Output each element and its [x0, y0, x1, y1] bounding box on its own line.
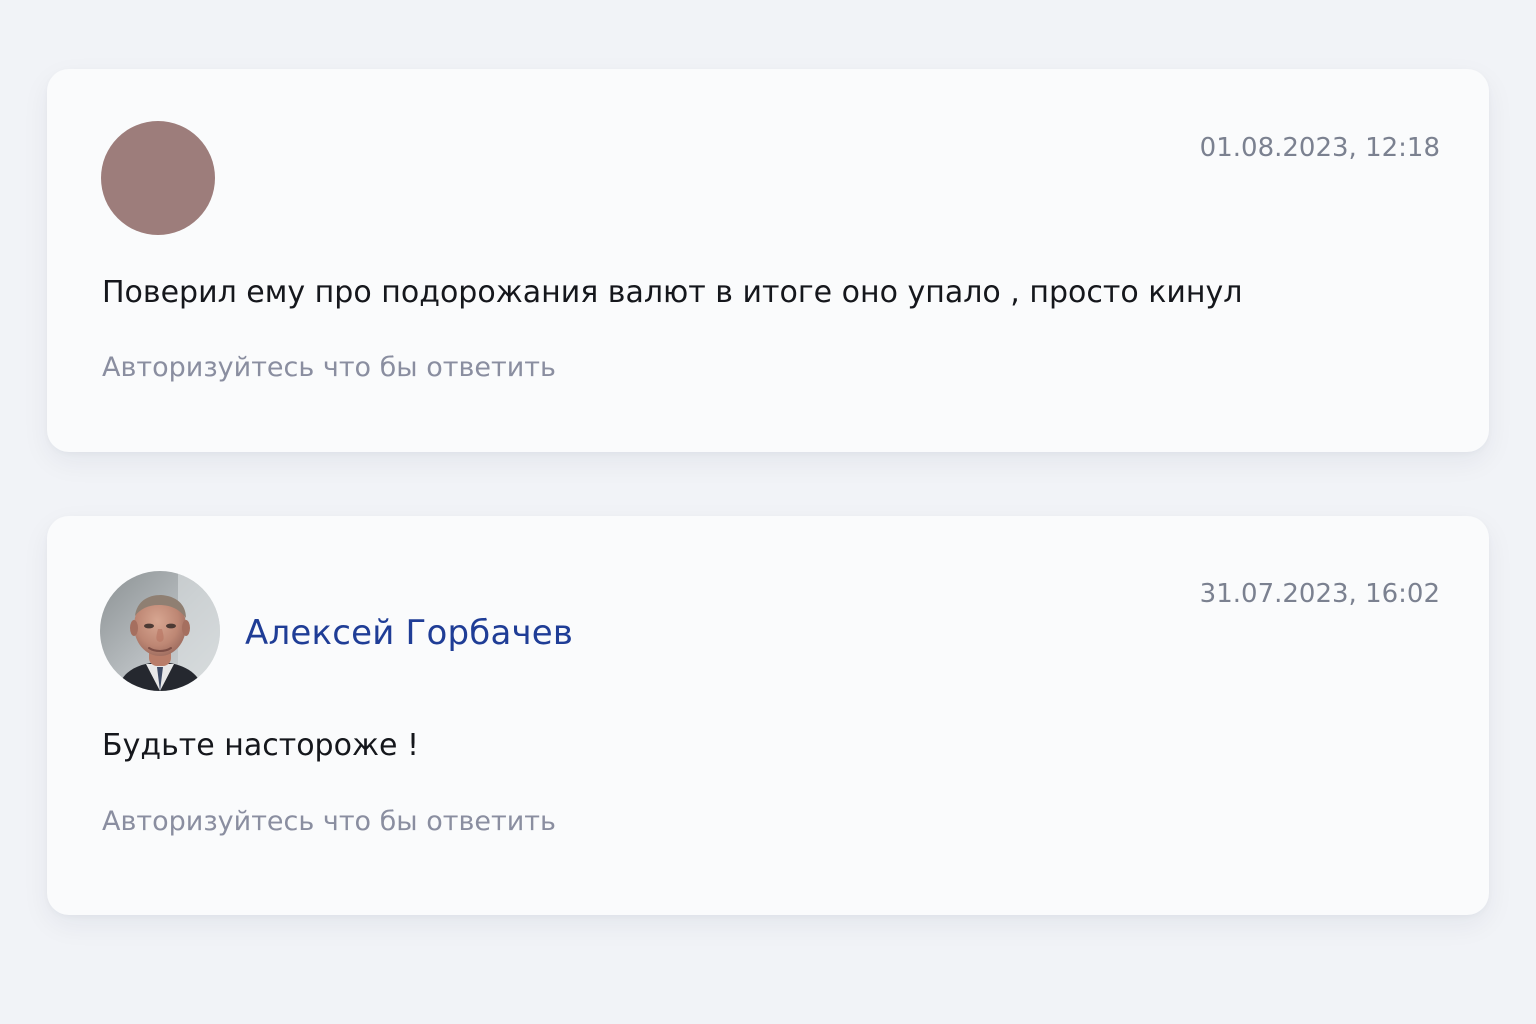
avatar[interactable]	[100, 571, 220, 691]
comments-list: 01.08.2023, 12:18 Поверил ему про подоро…	[47, 69, 1489, 915]
authorize-to-reply-link[interactable]: Авторизуйтесь что бы ответить	[102, 806, 556, 837]
avatar-placeholder-icon	[101, 121, 215, 235]
person-photo-icon	[100, 571, 220, 691]
avatar[interactable]	[101, 121, 215, 235]
comment-text: Поверил ему про подорожания валют в итог…	[102, 275, 1243, 310]
author-name-link[interactable]: Алексей Горбачев	[245, 613, 573, 653]
comment-card: 01.08.2023, 12:18 Поверил ему про подоро…	[47, 69, 1489, 452]
comment-text: Будьте настороже !	[102, 728, 419, 763]
comment-card: Алексей Горбачев 31.07.2023, 16:02 Будьт…	[47, 516, 1489, 915]
comment-timestamp: 01.08.2023, 12:18	[1199, 133, 1440, 163]
comment-timestamp: 31.07.2023, 16:02	[1199, 579, 1440, 609]
authorize-to-reply-link[interactable]: Авторизуйтесь что бы ответить	[102, 352, 556, 383]
